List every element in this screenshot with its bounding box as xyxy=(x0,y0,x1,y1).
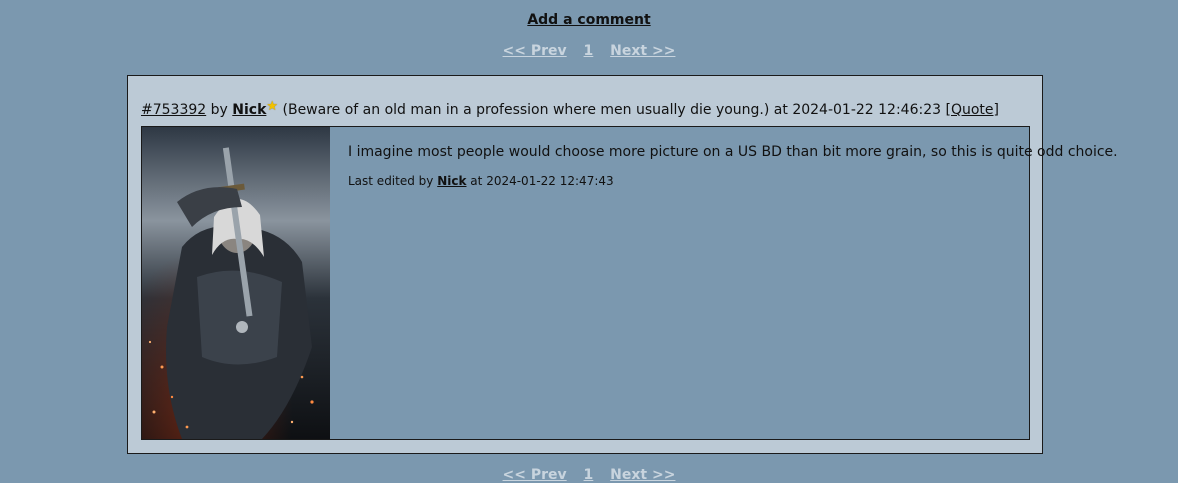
edit-timestamp: 2024-01-22 12:47:43 xyxy=(486,174,614,188)
comment-header: #753392 by Nick★ (Beware of an old man i… xyxy=(141,99,999,118)
pager-bottom: << Prev 1 Next >> xyxy=(0,467,1178,483)
add-comment-link[interactable]: Add a comment xyxy=(0,12,1178,28)
avatar-image xyxy=(142,127,330,439)
comment-box: #753392 by Nick★ (Beware of an old man i… xyxy=(127,75,1118,454)
next-page-link-bottom[interactable]: Next >> xyxy=(610,467,675,483)
quote-link[interactable]: [Quote] xyxy=(945,102,998,118)
comment-text: I imagine most people would choose more … xyxy=(348,144,1118,160)
star-icon: ★ xyxy=(266,99,279,114)
page-1-link-bottom[interactable]: 1 xyxy=(584,467,594,483)
edit-note: Last edited by Nick at 2024-01-22 12:47:… xyxy=(348,174,614,188)
pager-top: << Prev 1 Next >> xyxy=(0,43,1178,59)
edit-author-link[interactable]: Nick xyxy=(437,174,466,188)
next-page-link[interactable]: Next >> xyxy=(610,43,675,59)
prev-page-link-bottom[interactable]: << Prev xyxy=(503,467,567,483)
at-text: at xyxy=(773,102,788,118)
comment-id-link[interactable]: #753392 xyxy=(141,102,206,118)
edit-prefix: Last edited by xyxy=(348,174,434,188)
by-text: by xyxy=(210,102,228,118)
comment-body: I imagine most people would choose more … xyxy=(141,126,1118,440)
comment-author-link[interactable]: Nick xyxy=(232,102,266,118)
page-1-link[interactable]: 1 xyxy=(584,43,594,59)
edit-at-text: at xyxy=(470,174,483,188)
author-signature: (Beware of an old man in a profession wh… xyxy=(282,102,770,118)
prev-page-link[interactable]: << Prev xyxy=(503,43,567,59)
comment-timestamp: 2024-01-22 12:46:23 xyxy=(792,102,942,118)
avatar xyxy=(142,127,330,439)
